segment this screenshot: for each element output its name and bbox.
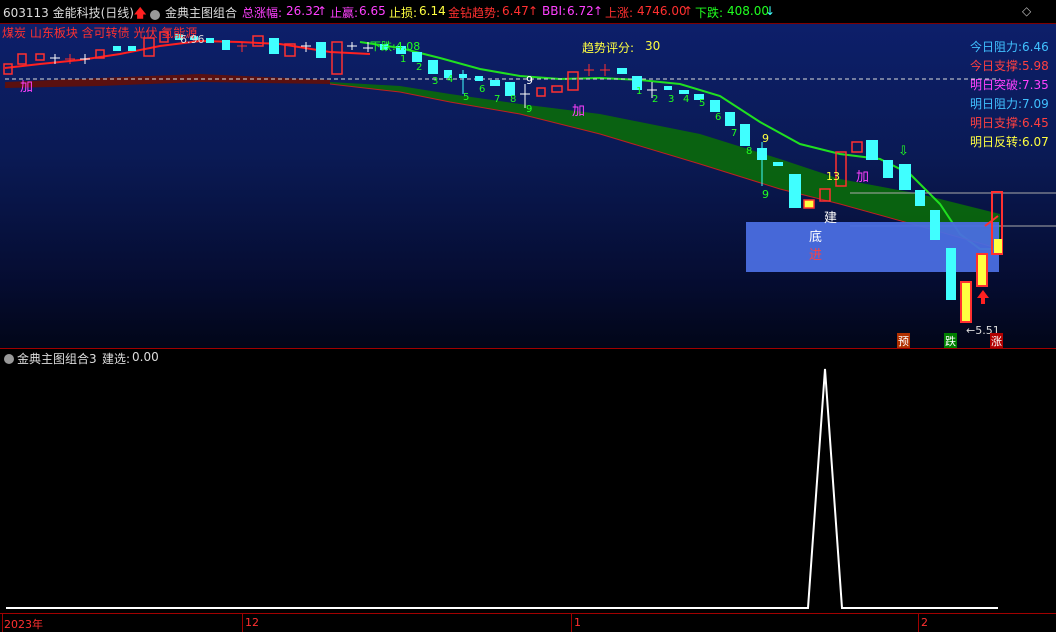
forecast-badge: 预 — [897, 333, 910, 349]
rise-badge: 涨 — [990, 333, 1003, 349]
count-digit: 1 — [636, 86, 643, 97]
trend-score-label: 趋势评分: — [582, 41, 635, 55]
stop-loss-value: 6.14 — [419, 4, 446, 18]
date-axis: 2023年 12 1 2 — [0, 613, 1056, 632]
count-digit: 6 — [715, 112, 722, 123]
axis-label-month: 2 — [921, 616, 928, 629]
red-up-arrow-icon — [977, 290, 989, 304]
count-digit: 8 — [746, 146, 753, 157]
axis-label-month: 12 — [245, 616, 259, 629]
green-down-arrow-icon: ⇩ — [898, 144, 909, 159]
concept-tags: 煤炭 山东板块 含可转债 光伏 氢能源 — [2, 26, 198, 40]
tomorrow-reversal: 明日反转:6.07 — [970, 135, 1049, 149]
count-digit: 1 — [400, 54, 407, 65]
add-signal-label: 加 — [572, 104, 586, 119]
bottom-label: 底 — [809, 230, 823, 245]
down-arrow-icon: ↓ — [765, 4, 776, 18]
right-info-panel: 今日阻力:6.46 今日支撑:5.98 明日突破:7.35 明日阻力:7.09 … — [970, 38, 1049, 152]
red-band — [5, 74, 330, 88]
count-digit: 7 — [494, 94, 501, 105]
count-9-label: 9 — [762, 132, 769, 145]
main-chart[interactable]: ⇩ 煤炭 山东板块 含可转债 光伏 氢能源 6.96 下跌:4.08 趋势评分:… — [0, 24, 1056, 349]
fall-label: 下跌: — [695, 6, 724, 20]
axis-tick — [242, 614, 243, 632]
fall-badge: 跌 — [944, 333, 957, 349]
count-digit: 8 — [510, 94, 517, 105]
up-arrow-icon: ↑ — [317, 4, 328, 18]
axis-label-year: 2023年 — [4, 618, 43, 631]
tomorrow-breakout: 明日突破:7.35 — [970, 78, 1049, 92]
enter-label: 进 — [809, 248, 823, 263]
red-up-arrow-icon: 🡅 — [134, 6, 147, 20]
today-resistance: 今日阻力:6.46 — [970, 40, 1049, 54]
take-profit-value: 6.65 — [359, 4, 386, 18]
bottom-zone-box — [746, 222, 999, 272]
diamond-icon[interactable]: ◇ — [1022, 4, 1031, 18]
count-13-label: 13 — [826, 170, 840, 183]
up-arrow-icon: ↑ — [593, 4, 604, 18]
add-signal-label: 加 — [856, 170, 870, 185]
high-price-marker: 6.96 — [180, 33, 205, 46]
indicator-header: 603113 金能科技(日线) 🡅 金典主图组合 总涨幅: 26.32 ↑ 止赢… — [0, 0, 1056, 24]
bbi-label: BBI: — [542, 4, 567, 18]
count-digit: 5 — [463, 92, 470, 103]
build-signal-label: 建 — [824, 211, 838, 226]
count-digit: 7 — [731, 128, 738, 139]
count-9-label: 9 — [526, 74, 533, 87]
count-digit: 9 — [526, 104, 533, 115]
count-digit: 4 — [683, 94, 690, 105]
stock-title[interactable]: 603113 金能科技(日线) — [3, 4, 134, 21]
build-select-line-chart — [6, 368, 998, 609]
up-arrow-icon: ↑ — [683, 4, 694, 18]
count-digit: 4 — [447, 74, 454, 85]
stop-loss-label: 止损: — [389, 6, 418, 20]
up-arrow-icon: ↑ — [528, 4, 539, 18]
count-digit: 5 — [699, 98, 706, 109]
fall-value: 408.00 — [727, 4, 769, 18]
axis-tick — [918, 614, 919, 632]
build-select-line — [6, 368, 998, 609]
add-signal-label: 加 — [20, 80, 34, 95]
axis-label-month: 1 — [574, 616, 581, 629]
sub-indicator-pane[interactable]: 金典主图组合3 建选: 0.00 — [0, 349, 1056, 613]
count-digit: 6 — [479, 84, 486, 95]
count-digit: 2 — [652, 94, 659, 105]
candles-left — [3, 31, 1003, 323]
rise-value: 4746.00 — [637, 4, 687, 18]
indicator-name[interactable]: 金典主图组合 — [165, 4, 237, 21]
fall-count-marker: 下跌:4.08 — [370, 40, 421, 53]
tomorrow-resistance: 明日阻力:7.09 — [970, 97, 1049, 111]
count-digit: 3 — [668, 94, 675, 105]
today-support: 今日支撑:5.98 — [970, 59, 1049, 73]
rise-label: 上涨: — [605, 6, 634, 20]
diamond-trend-label: 金钻趋势: — [448, 6, 501, 20]
count-9-label: 9 — [762, 188, 769, 201]
axis-tick — [2, 614, 3, 632]
total-gain-label: 总涨幅: — [242, 6, 283, 20]
count-digit: 2 — [416, 62, 423, 73]
trend-score-value: 30 — [645, 39, 661, 53]
take-profit-label: 止赢: — [330, 6, 359, 20]
bbi-value: 6.72 — [567, 4, 594, 18]
diamond-trend-value: 6.47 — [502, 4, 529, 18]
count-digit: 3 — [432, 76, 439, 87]
candle-chart: ⇩ — [3, 31, 1056, 323]
axis-tick — [571, 614, 572, 632]
tomorrow-support: 明日支撑:6.45 — [970, 116, 1049, 130]
total-gain-value: 26.32 — [286, 4, 321, 18]
